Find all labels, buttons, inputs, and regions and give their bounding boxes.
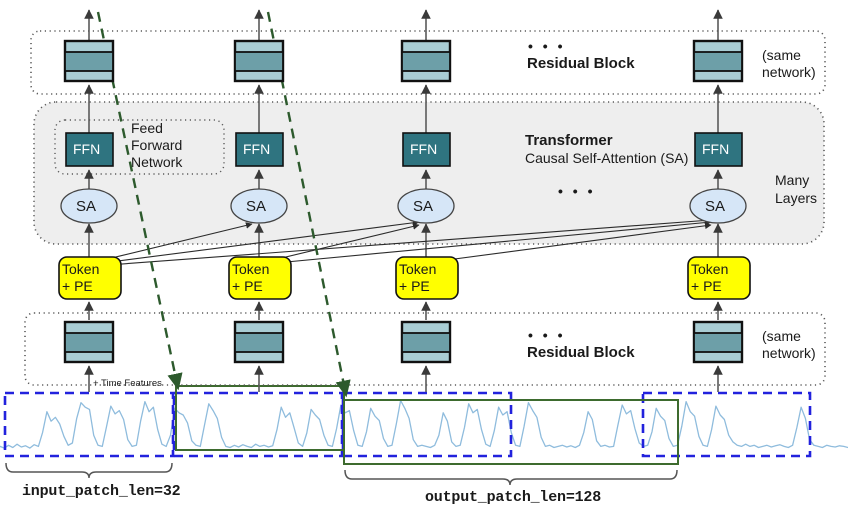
residual-block: [400, 39, 452, 83]
residual-block-ellipsis-bottom: • • •: [528, 327, 566, 343]
token-pe-label-line2: + PE: [232, 278, 263, 294]
sa-label: SA: [76, 198, 97, 215]
output-patch-brace: [344, 469, 678, 486]
many-layers-note-line1: Many: [775, 172, 810, 188]
token-pe-label-line1: Token: [62, 261, 100, 277]
residual-block: [63, 39, 115, 83]
input-patch-box-1: [3, 391, 175, 458]
same-network-note-top-line1: (same: [762, 47, 801, 63]
residual-block-top-row: [63, 39, 744, 83]
causal-self-attention-label: Causal Self-Attention (SA): [525, 150, 689, 166]
ffn-group-label-line3: Network: [131, 154, 183, 170]
token-pe-label-line2: + PE: [691, 278, 722, 294]
same-network-note-bottom-line1: (same: [762, 328, 801, 344]
token-pe-label-line2: + PE: [62, 278, 93, 294]
residual-block-label-bottom: Residual Block: [527, 344, 635, 361]
many-layers-note-line2: Layers: [775, 190, 818, 206]
ffn-group-label-line2: Forward: [131, 137, 183, 153]
token-pe-label-line1: Token: [399, 261, 437, 277]
transformer-label: Transformer: [525, 132, 613, 149]
residual-block: [400, 320, 452, 364]
residual-block-ellipsis-top: • • •: [528, 38, 566, 54]
sa-label: SA: [705, 198, 726, 215]
token-pe-label-line1: Token: [691, 261, 729, 277]
token-pe-label-line2: + PE: [399, 278, 430, 294]
time-features-label: + Time Features: [93, 378, 162, 389]
same-network-note-top-line2: network): [762, 64, 816, 80]
residual-block: [233, 320, 285, 364]
ffn-label: FFN: [73, 141, 101, 157]
residual-block: [63, 320, 115, 364]
transformer-ellipsis: • • •: [558, 183, 596, 199]
ffn-group-label-line1: Feed: [131, 120, 163, 136]
diagram-canvas: [0, 9, 848, 486]
token-pe-label-line1: Token: [232, 261, 270, 277]
time-series-plot: [0, 399, 848, 449]
output-patch-len-label: output_patch_len=128: [425, 489, 602, 506]
input-patch-brace: [5, 462, 173, 479]
same-network-note-bottom-line2: network): [762, 345, 816, 361]
output-patch-boxes: [175, 385, 679, 465]
ffn-label: FFN: [702, 141, 730, 157]
residual-block-bottom-row: [63, 320, 744, 364]
ffn-label: FFN: [410, 141, 438, 157]
residual-block: [233, 39, 285, 83]
input-patch-len-label: input_patch_len=32: [22, 483, 181, 500]
sa-label: SA: [413, 198, 434, 215]
diagram-root: • • • Residual Block (same network) Feed…: [0, 0, 848, 514]
sa-label: SA: [246, 198, 267, 215]
residual-block: [692, 320, 744, 364]
residual-block-label-top: Residual Block: [527, 55, 635, 72]
input-patch-boxes: [3, 391, 812, 458]
residual-block: [692, 39, 744, 83]
ffn-label: FFN: [243, 141, 271, 157]
patch-length-braces: [5, 462, 678, 486]
